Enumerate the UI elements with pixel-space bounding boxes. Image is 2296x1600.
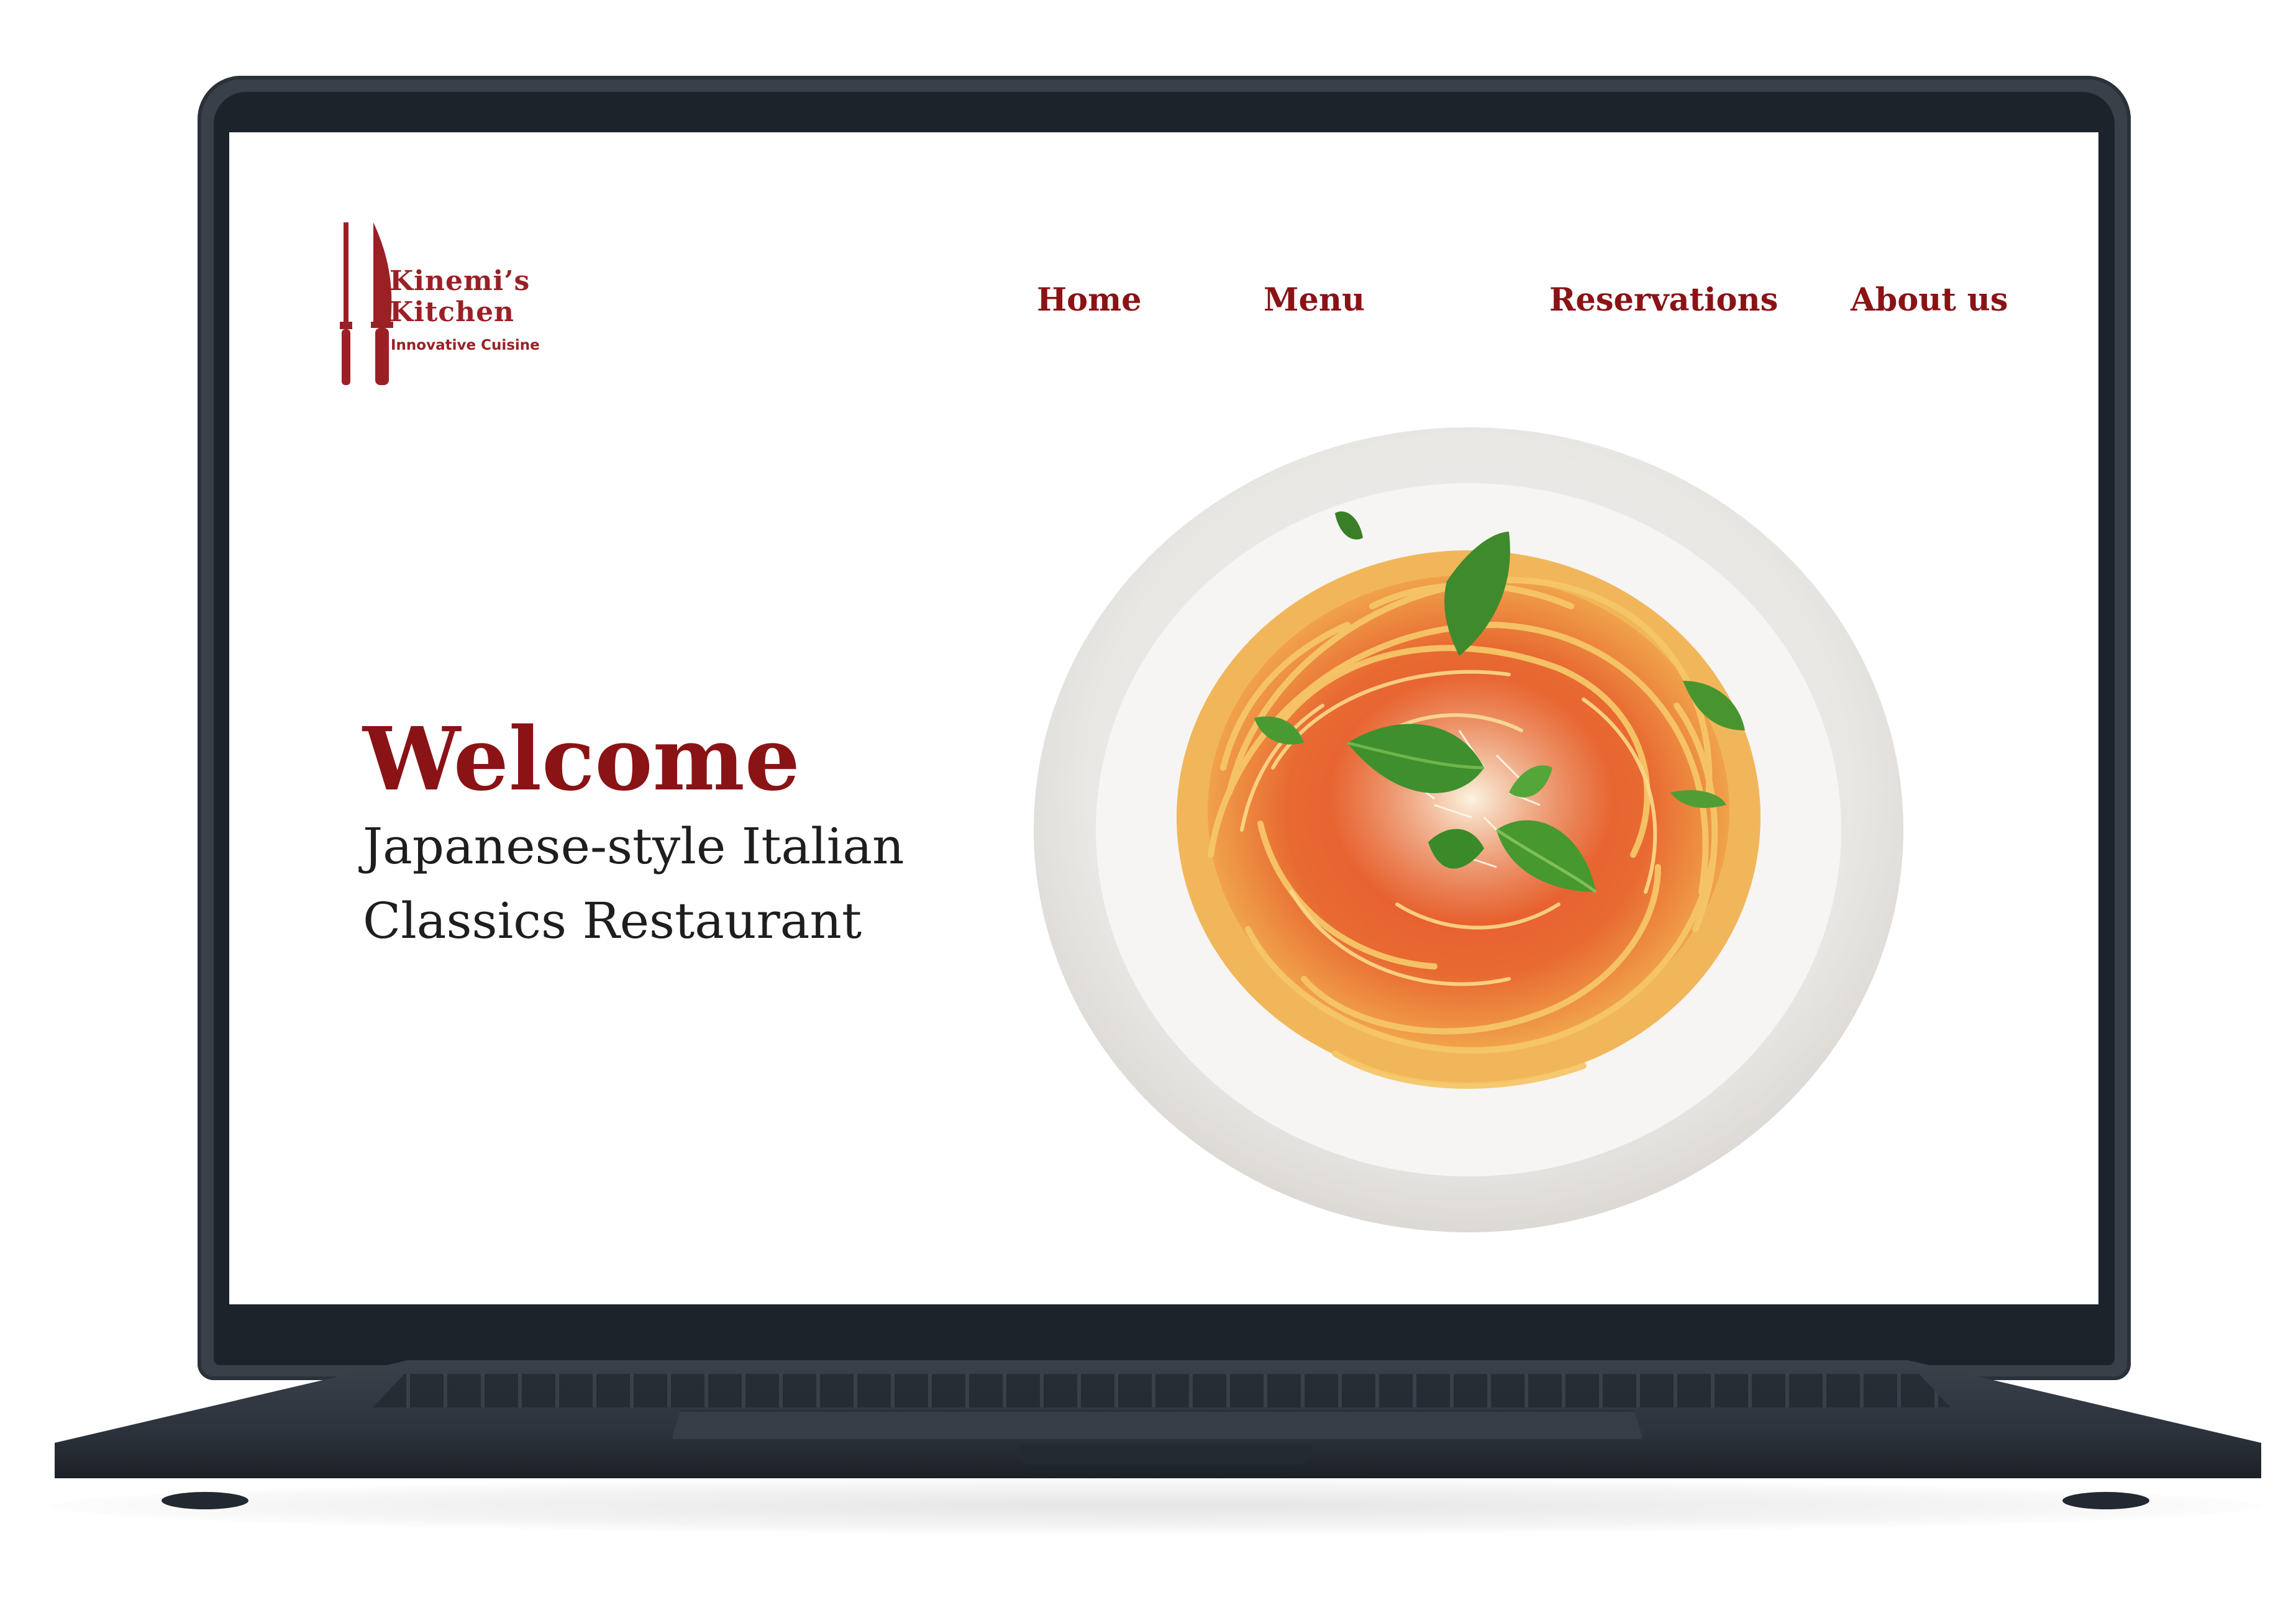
- nav-about-us[interactable]: About us: [1851, 281, 2008, 319]
- brand-name: Kinemi’s Kitchen: [390, 266, 530, 328]
- knife-icon: [340, 222, 393, 385]
- brand-tagline: Innovative Cuisine: [391, 337, 540, 353]
- laptop-foot-left: [162, 1492, 248, 1509]
- brand-logo[interactable]: Kinemi’s Kitchen Innovative Cuisine: [335, 222, 596, 396]
- nav-home[interactable]: Home: [1037, 281, 1142, 319]
- device-shadow: [50, 1478, 2261, 1534]
- main-nav: Home Menu Reservations About us: [1037, 281, 2043, 331]
- hero-subtitle: Japanese-style Italian Classics Restaura…: [363, 809, 984, 958]
- laptop-screen: Kinemi’s Kitchen Innovative Cuisine Home…: [229, 132, 2098, 1304]
- brand-name-line2: Kitchen: [390, 296, 515, 328]
- spaghetti-plate-image: [1024, 420, 1913, 1240]
- nav-menu[interactable]: Menu: [1264, 281, 1365, 319]
- hero-title: Welcome: [363, 709, 800, 811]
- laptop-notch: [1019, 1445, 1311, 1465]
- hero-subtitle-line1: Japanese-style Italian: [363, 817, 904, 875]
- hero-subtitle-line2: Classics Restaurant: [363, 892, 862, 950]
- laptop-foot-right: [2062, 1492, 2149, 1509]
- laptop-keyboard: [373, 1374, 1951, 1407]
- nav-reservations[interactable]: Reservations: [1549, 281, 1778, 319]
- laptop-trackpad: [671, 1410, 1644, 1441]
- brand-name-line1: Kinemi’s: [390, 265, 531, 297]
